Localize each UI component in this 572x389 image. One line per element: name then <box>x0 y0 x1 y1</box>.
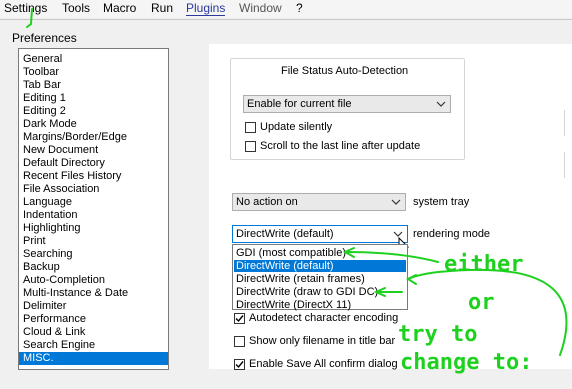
annotation-either: either <box>444 252 524 277</box>
annotation-try-to: try to <box>398 322 478 347</box>
annotation-or: or <box>468 290 495 315</box>
annotation-arrows <box>26 8 568 356</box>
annotation-change-to: change to: <box>400 350 533 375</box>
